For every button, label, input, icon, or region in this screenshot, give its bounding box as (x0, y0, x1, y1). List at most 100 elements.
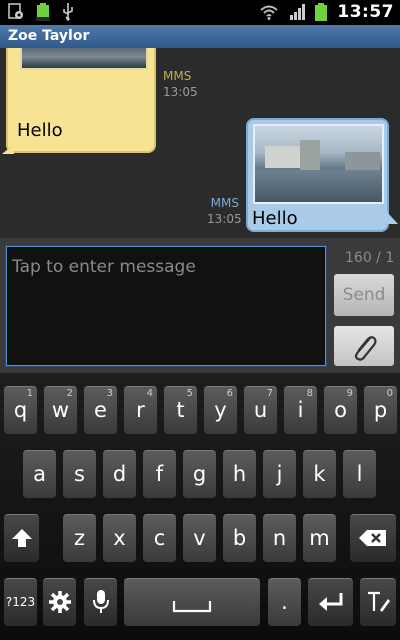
key-v[interactable]: v (183, 514, 216, 562)
paperclip-icon (354, 336, 377, 361)
key-n[interactable]: n (263, 514, 296, 562)
key-label: s (74, 462, 85, 486)
key-g[interactable]: g (183, 450, 216, 498)
key-label: n (272, 526, 287, 550)
key-t[interactable]: t5 (164, 386, 197, 434)
send-button[interactable]: Send (334, 274, 394, 316)
key-label: f (155, 462, 164, 486)
key-label: h (232, 462, 247, 486)
key-i[interactable]: i8 (284, 386, 317, 434)
key-number-hint: 3 (106, 388, 113, 399)
incoming-bubble-tail (2, 144, 14, 154)
key-y[interactable]: y6 (204, 386, 237, 434)
backspace-icon (359, 530, 386, 546)
key-label: c (153, 526, 166, 550)
key-h[interactable]: h (223, 450, 256, 498)
enter-key[interactable] (308, 578, 353, 626)
wifi-icon (260, 5, 279, 20)
key-w[interactable]: w2 (44, 386, 77, 434)
character-counter: 160 / 1 (345, 250, 395, 266)
key-e[interactable]: e3 (84, 386, 117, 434)
battery-icon (315, 3, 328, 21)
keyboard: ?123 . q1w2e3r4t5y6u7i8o9p0asdfghjklzxcv… (0, 373, 400, 640)
key-label: j (276, 462, 283, 486)
message-time: 13:05 (207, 212, 242, 226)
key-f[interactable]: f (143, 450, 176, 498)
key-s[interactable]: s (63, 450, 96, 498)
space-icon (172, 601, 212, 613)
key-number-hint: 5 (186, 388, 193, 399)
signal-icon (290, 4, 306, 20)
key-label: w (51, 398, 70, 422)
settings-key[interactable] (43, 578, 76, 626)
key-b[interactable]: b (223, 514, 256, 562)
message-placeholder: Tap to enter message (12, 257, 196, 277)
outgoing-message-meta: MMS 13:05 (207, 196, 242, 226)
key-label: z (73, 526, 86, 550)
key-label: u (253, 398, 268, 422)
key-number-hint: 1 (26, 388, 33, 399)
gear-icon (48, 591, 71, 613)
key-number-hint: 9 (346, 388, 353, 399)
conversation-thread[interactable]: Hello MMS 13:05 MMS 13:05 Hello (0, 48, 400, 238)
period-key[interactable]: . (268, 578, 301, 626)
key-p[interactable]: p0 (364, 386, 397, 434)
incoming-message-meta: MMS 13:05 (163, 69, 198, 99)
enter-icon (318, 593, 342, 611)
screenshot-icon (8, 3, 23, 19)
message-type: MMS (163, 69, 192, 83)
key-label: o (334, 398, 347, 422)
message-type: MMS (210, 196, 239, 210)
key-k[interactable]: k (303, 450, 336, 498)
key-r[interactable]: r4 (124, 386, 157, 434)
status-bar: 13:57 (0, 0, 400, 25)
microphone-icon (92, 590, 109, 613)
outgoing-message-text: Hello (252, 208, 298, 229)
key-label: v (193, 526, 206, 550)
key-x[interactable]: x (103, 514, 136, 562)
shift-key[interactable] (4, 514, 39, 562)
key-label: d (112, 462, 127, 486)
handwriting-icon (368, 591, 390, 612)
key-d[interactable]: d (103, 450, 136, 498)
key-label: p (373, 398, 388, 422)
contact-title[interactable]: Zoe Taylor (0, 25, 400, 48)
key-number-hint: 8 (306, 388, 313, 399)
compose-area: Tap to enter message 160 / 1 Send (0, 238, 400, 373)
key-label: q (13, 398, 28, 422)
key-z[interactable]: z (63, 514, 96, 562)
key-m[interactable]: m (303, 514, 336, 562)
outgoing-image-thumbnail[interactable] (253, 124, 384, 204)
attach-button[interactable] (334, 326, 394, 366)
message-input[interactable]: Tap to enter message (6, 246, 326, 366)
handwriting-key[interactable] (360, 578, 396, 626)
key-label: r (136, 398, 145, 422)
key-label: l (356, 462, 363, 486)
outgoing-message-bubble[interactable]: Hello (246, 118, 389, 232)
key-number-hint: 7 (266, 388, 273, 399)
key-j[interactable]: j (263, 450, 296, 498)
key-u[interactable]: u7 (244, 386, 277, 434)
clock: 13:57 (337, 2, 394, 22)
voice-input-key[interactable] (84, 578, 117, 626)
key-o[interactable]: o9 (324, 386, 357, 434)
incoming-image-thumbnail[interactable] (20, 48, 148, 70)
key-q[interactable]: q1 (4, 386, 37, 434)
numbers-key[interactable]: ?123 (4, 578, 37, 626)
usb-icon (63, 3, 73, 21)
key-label: x (113, 526, 126, 550)
shift-icon (11, 529, 32, 547)
incoming-message-bubble[interactable]: Hello (6, 48, 156, 153)
key-label: e (94, 398, 107, 422)
key-a[interactable]: a (23, 450, 56, 498)
key-number-hint: 4 (146, 388, 153, 399)
key-number-hint: 0 (386, 388, 393, 399)
space-key[interactable] (124, 578, 260, 626)
backspace-key[interactable] (350, 514, 396, 562)
outgoing-bubble-tail (387, 212, 398, 224)
battery-100-icon (36, 3, 50, 21)
key-c[interactable]: c (143, 514, 176, 562)
key-label: t (176, 398, 185, 422)
key-l[interactable]: l (343, 450, 376, 498)
contact-name: Zoe Taylor (8, 28, 90, 44)
